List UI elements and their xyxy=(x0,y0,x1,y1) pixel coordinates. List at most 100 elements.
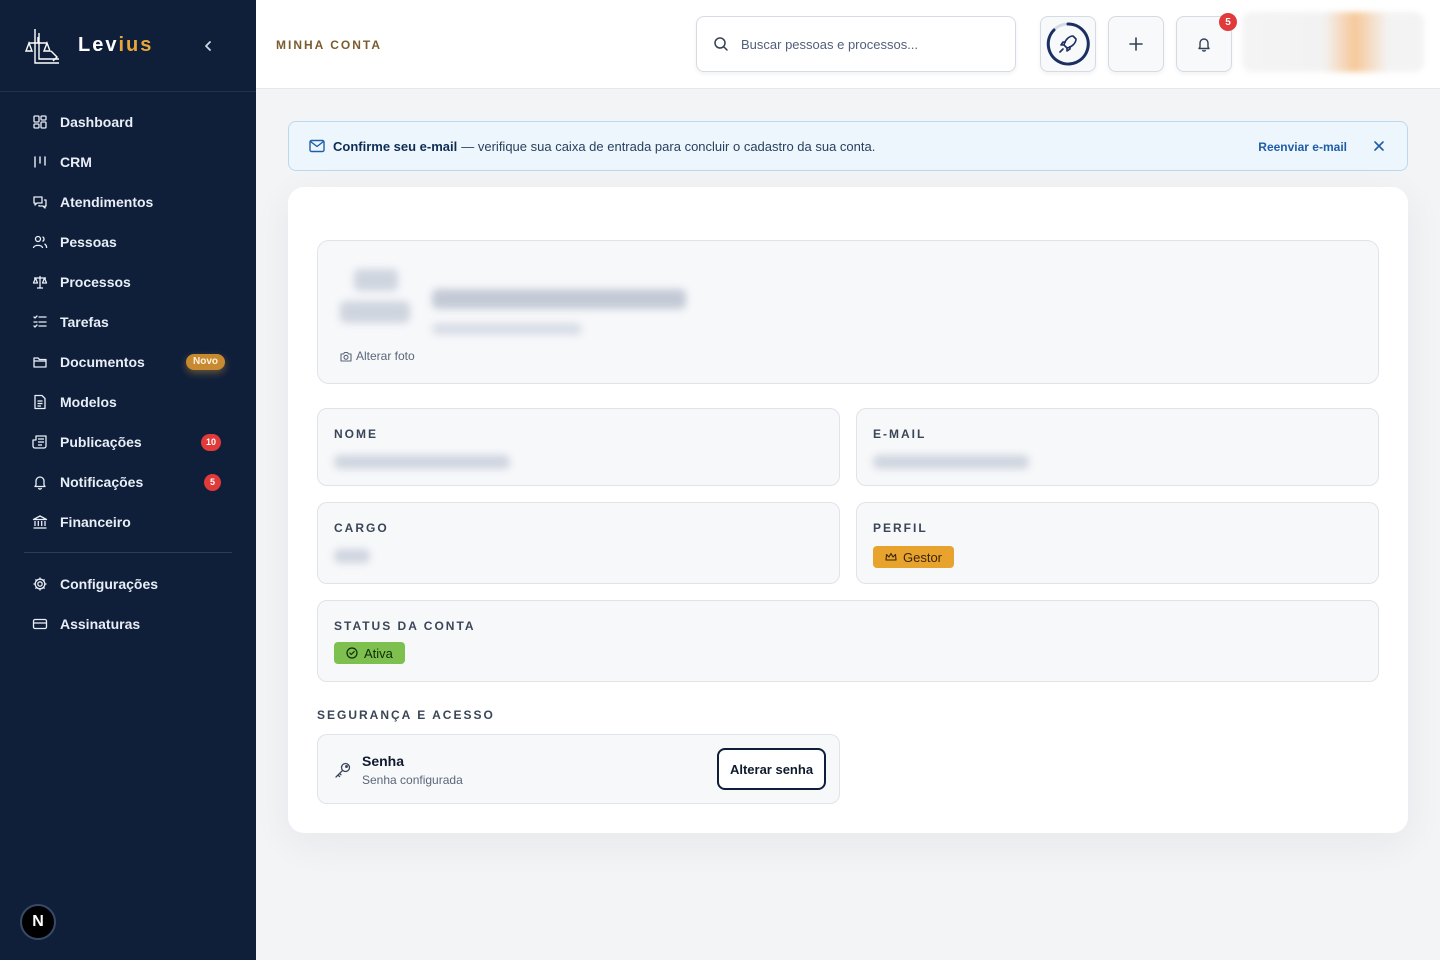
sidebar-item-label: Pessoas xyxy=(60,234,117,250)
footer-avatar[interactable]: N xyxy=(20,904,56,940)
sidebar-item-label: Documentos xyxy=(60,354,145,370)
perfil-badge: Gestor xyxy=(873,546,955,568)
cargo-field: CARGO xyxy=(317,502,840,584)
notifications-badge: 5 xyxy=(1219,13,1237,31)
page-title: MINHA CONTA xyxy=(276,38,382,52)
change-photo-button[interactable]: Alterar foto xyxy=(340,349,415,363)
top-header: MINHA CONTA 5 xyxy=(256,0,1440,89)
sidebar-item-crm[interactable]: CRM xyxy=(0,142,256,182)
camera-icon xyxy=(340,351,352,362)
sidebar-item-documentos[interactable]: Documentos Novo xyxy=(0,342,256,382)
brand-name: Levius xyxy=(78,34,153,57)
password-row: Senha Senha configurada Alterar senha xyxy=(317,734,840,804)
search-input[interactable] xyxy=(741,36,981,52)
email-label: E-MAIL xyxy=(873,427,927,441)
file-text-icon xyxy=(32,394,48,410)
onboarding-progress-button[interactable] xyxy=(1040,16,1096,72)
folder-icon xyxy=(32,354,48,370)
kanban-icon xyxy=(32,154,48,170)
plus-icon xyxy=(1129,37,1143,51)
gear-icon xyxy=(32,576,48,592)
profile-photo[interactable] xyxy=(340,265,410,335)
notifications-button[interactable]: 5 xyxy=(1176,13,1237,72)
users-icon xyxy=(32,234,48,250)
resend-email-link[interactable]: Reenviar e-mail xyxy=(1258,140,1347,154)
profile-header: Alterar foto xyxy=(317,240,1379,384)
sidebar-item-label: Processos xyxy=(60,274,131,290)
dashboard-icon xyxy=(32,114,48,130)
sidebar-item-label: Financeiro xyxy=(60,514,131,530)
sidebar-item-configuracoes[interactable]: Configurações xyxy=(0,564,256,604)
password-subtitle: Senha configurada xyxy=(362,773,463,787)
perfil-value: Gestor xyxy=(903,549,943,565)
crown-icon xyxy=(885,552,897,561)
credit-card-icon xyxy=(32,616,48,632)
sidebar-item-label: Modelos xyxy=(60,394,117,410)
sidebar-item-label: Assinaturas xyxy=(60,616,141,632)
bank-icon xyxy=(32,514,48,530)
sidebar-item-tarefas[interactable]: Tarefas xyxy=(0,302,256,342)
status-field: STATUS DA CONTA Ativa xyxy=(317,600,1379,682)
status-value: Ativa xyxy=(364,645,393,661)
brand: Levius xyxy=(0,0,256,92)
create-new-button[interactable] xyxy=(1108,16,1164,72)
close-icon xyxy=(1374,141,1384,151)
new-badge: Novo xyxy=(186,354,225,370)
search-box[interactable] xyxy=(696,16,1016,72)
bell-icon xyxy=(1198,38,1210,52)
user-menu[interactable] xyxy=(1242,12,1424,72)
profile-name-redacted xyxy=(432,289,686,309)
levius-logo-icon[interactable] xyxy=(24,24,66,68)
sidebar-item-modelos[interactable]: Modelos xyxy=(0,382,256,422)
banner-title: Confirme seu e-mail xyxy=(333,138,458,154)
change-password-button[interactable]: Alterar senha xyxy=(717,748,826,790)
sidebar-item-label: Atendimentos xyxy=(60,194,154,210)
sidebar-item-pessoas[interactable]: Pessoas xyxy=(0,222,256,262)
chat-icon xyxy=(32,194,48,210)
sidebar-item-publicacoes[interactable]: Publicações 10 xyxy=(0,422,256,462)
newspaper-icon xyxy=(32,434,48,450)
notifications-count-badge: 5 xyxy=(204,474,221,491)
sidebar-item-label: Dashboard xyxy=(60,114,134,130)
search-icon xyxy=(714,37,728,51)
sidebar-item-label: Configurações xyxy=(60,576,159,592)
email-confirmation-banner: Confirme seu e-mail — verifique sua caix… xyxy=(288,121,1408,171)
status-badge: Ativa xyxy=(334,642,405,664)
perfil-field: PERFIL Gestor xyxy=(856,502,1379,584)
sidebar-item-dashboard[interactable]: Dashboard xyxy=(0,102,256,142)
sidebar-item-label: Publicações xyxy=(60,434,142,450)
scale-icon xyxy=(32,274,48,290)
sidebar-item-label: Notificações xyxy=(60,474,144,490)
sidebar-item-notificacoes[interactable]: Notificações 5 xyxy=(0,462,256,502)
password-title: Senha xyxy=(362,753,405,769)
sidebar-divider xyxy=(24,552,232,553)
close-banner-button[interactable] xyxy=(1371,138,1387,154)
sidebar-item-atendimentos[interactable]: Atendimentos xyxy=(0,182,256,222)
nome-field: NOME xyxy=(317,408,840,486)
cargo-label: CARGO xyxy=(334,521,389,535)
cargo-value-redacted xyxy=(334,549,370,563)
publications-count-badge: 10 xyxy=(201,434,222,451)
mail-icon xyxy=(309,139,325,153)
collapse-sidebar-button[interactable] xyxy=(198,36,218,56)
chevron-left-icon xyxy=(205,41,211,51)
nome-label: NOME xyxy=(334,427,378,441)
sidebar-item-assinaturas[interactable]: Assinaturas xyxy=(0,604,256,644)
account-card: Alterar foto NOME E-MAIL CARGO PERFIL Ge… xyxy=(288,187,1408,833)
email-value-redacted xyxy=(873,455,1029,469)
key-icon xyxy=(335,762,351,778)
sidebar-item-processos[interactable]: Processos xyxy=(0,262,256,302)
security-section-title: SEGURANÇA E ACESSO xyxy=(317,708,495,722)
sidebar-item-label: CRM xyxy=(60,154,92,170)
sidebar-nav: Dashboard CRM Atendimentos Pessoas Proce… xyxy=(0,92,256,644)
change-photo-label: Alterar foto xyxy=(356,349,415,363)
brand-name-prefix: Lev xyxy=(78,34,119,56)
tasks-icon xyxy=(32,314,48,330)
rocket-icon xyxy=(1046,22,1090,66)
status-label: STATUS DA CONTA xyxy=(334,619,476,633)
profile-email-redacted xyxy=(432,323,582,335)
brand-name-suffix: ius xyxy=(118,34,154,56)
bell-icon xyxy=(32,474,48,490)
banner-message: — verifique sua caixa de entrada para co… xyxy=(461,138,876,154)
sidebar-item-financeiro[interactable]: Financeiro xyxy=(0,502,256,542)
